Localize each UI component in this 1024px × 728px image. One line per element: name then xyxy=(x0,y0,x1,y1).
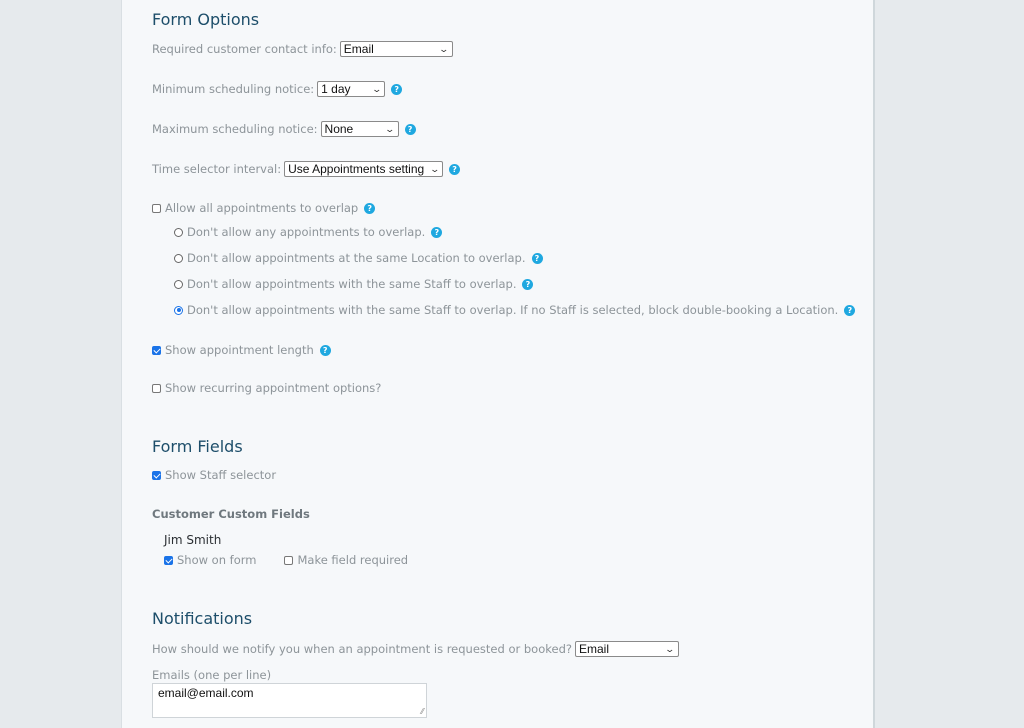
show-staff-row: Show Staff selector xyxy=(152,468,276,482)
notify-method-row: How should we notify you when an appoint… xyxy=(152,641,679,657)
show-staff-label[interactable]: Show Staff selector xyxy=(165,468,276,482)
allow-overlap-label[interactable]: Allow all appointments to overlap xyxy=(165,201,358,215)
show-staff-checkbox[interactable] xyxy=(152,470,161,480)
show-recurring-row: Show recurring appointment options? xyxy=(152,381,381,395)
overlap-option-radio[interactable] xyxy=(174,227,183,237)
overlap-option-label[interactable]: Don't allow appointments at the same Loc… xyxy=(187,251,526,265)
show-recurring-label[interactable]: Show recurring appointment options? xyxy=(165,381,381,395)
max-notice-row: Maximum scheduling notice: None ⌄ ? xyxy=(152,121,416,137)
allow-overlap-checkbox[interactable] xyxy=(152,203,161,213)
overlap-option: Don't allow appointments at the same Loc… xyxy=(174,251,543,265)
custom-field-options: Show on form Make field required xyxy=(164,553,408,567)
allow-overlap-row: Allow all appointments to overlap ? xyxy=(152,201,376,215)
notifications-heading: Notifications xyxy=(152,609,253,628)
required-contact-select[interactable]: Email ⌄ xyxy=(339,41,453,57)
custom-field-name: Jim Smith xyxy=(164,533,222,547)
help-icon[interactable]: ? xyxy=(404,123,416,135)
notify-method-label: How should we notify you when an appoint… xyxy=(152,642,572,656)
notify-method-value: Email xyxy=(578,642,609,656)
emails-value: email@email.com xyxy=(158,686,254,700)
overlap-option-label[interactable]: Don't allow any appointments to overlap. xyxy=(187,225,425,239)
help-icon[interactable]: ? xyxy=(364,202,376,214)
overlap-option: Don't allow appointments with the same S… xyxy=(174,303,856,317)
overlap-option-label[interactable]: Don't allow appointments with the same S… xyxy=(187,303,838,317)
time-interval-row: Time selector interval: Use Appointments… xyxy=(152,161,461,177)
required-contact-value: Email xyxy=(343,42,374,56)
form-options-heading: Form Options xyxy=(152,10,260,29)
min-notice-label: Minimum scheduling notice: xyxy=(152,82,315,96)
help-icon[interactable]: ? xyxy=(522,278,534,290)
min-notice-row: Minimum scheduling notice: 1 day ⌄ ? xyxy=(152,81,403,97)
chevron-down-icon: ⌄ xyxy=(664,643,676,654)
show-recurring-checkbox[interactable] xyxy=(152,383,161,393)
required-contact-label: Required customer contact info: xyxy=(152,42,337,56)
chevron-down-icon: ⌄ xyxy=(384,123,396,134)
max-notice-label: Maximum scheduling notice: xyxy=(152,122,318,136)
help-icon[interactable]: ? xyxy=(844,304,856,316)
resize-handle-icon[interactable]: ⁄⁄ xyxy=(421,707,424,716)
time-interval-label: Time selector interval: xyxy=(152,162,282,176)
show-length-checkbox[interactable] xyxy=(152,345,161,355)
form-fields-heading: Form Fields xyxy=(152,437,243,456)
help-icon[interactable]: ? xyxy=(531,252,543,264)
overlap-option-radio[interactable] xyxy=(174,279,183,289)
show-length-row: Show appointment length ? xyxy=(152,343,331,357)
overlap-option-label[interactable]: Don't allow appointments with the same S… xyxy=(187,277,516,291)
overlap-option-radio[interactable] xyxy=(174,305,183,315)
show-length-label[interactable]: Show appointment length xyxy=(165,343,314,357)
help-icon[interactable]: ? xyxy=(449,163,461,175)
time-interval-value: Use Appointments setting xyxy=(288,162,425,176)
time-interval-select[interactable]: Use Appointments setting ⌄ xyxy=(284,161,444,177)
min-notice-select[interactable]: 1 day ⌄ xyxy=(317,81,386,97)
overlap-option: Don't allow any appointments to overlap.… xyxy=(174,225,443,239)
overlap-option: Don't allow appointments with the same S… xyxy=(174,277,534,291)
show-on-form-checkbox[interactable] xyxy=(164,555,173,565)
min-notice-value: 1 day xyxy=(321,82,351,96)
notify-method-select[interactable]: Email ⌄ xyxy=(574,641,679,657)
emails-textarea[interactable]: email@email.com ⁄⁄ xyxy=(152,683,427,718)
chevron-down-icon: ⌄ xyxy=(438,43,450,54)
overlap-option-radio[interactable] xyxy=(174,253,183,263)
help-icon[interactable]: ? xyxy=(431,226,443,238)
chevron-down-icon: ⌄ xyxy=(429,163,440,174)
required-contact-row: Required customer contact info: Email ⌄ xyxy=(152,41,453,57)
custom-fields-heading: Customer Custom Fields xyxy=(152,507,310,521)
show-on-form-label[interactable]: Show on form xyxy=(177,553,256,567)
help-icon[interactable]: ? xyxy=(319,344,331,356)
emails-label: Emails (one per line) xyxy=(152,668,272,682)
make-required-checkbox[interactable] xyxy=(284,555,294,565)
make-required-label[interactable]: Make field required xyxy=(297,553,408,567)
settings-panel: Form Options Required customer contact i… xyxy=(121,0,875,728)
chevron-down-icon: ⌄ xyxy=(371,83,382,94)
max-notice-select[interactable]: None ⌄ xyxy=(320,121,399,137)
max-notice-value: None xyxy=(324,122,354,136)
help-icon[interactable]: ? xyxy=(391,83,403,95)
